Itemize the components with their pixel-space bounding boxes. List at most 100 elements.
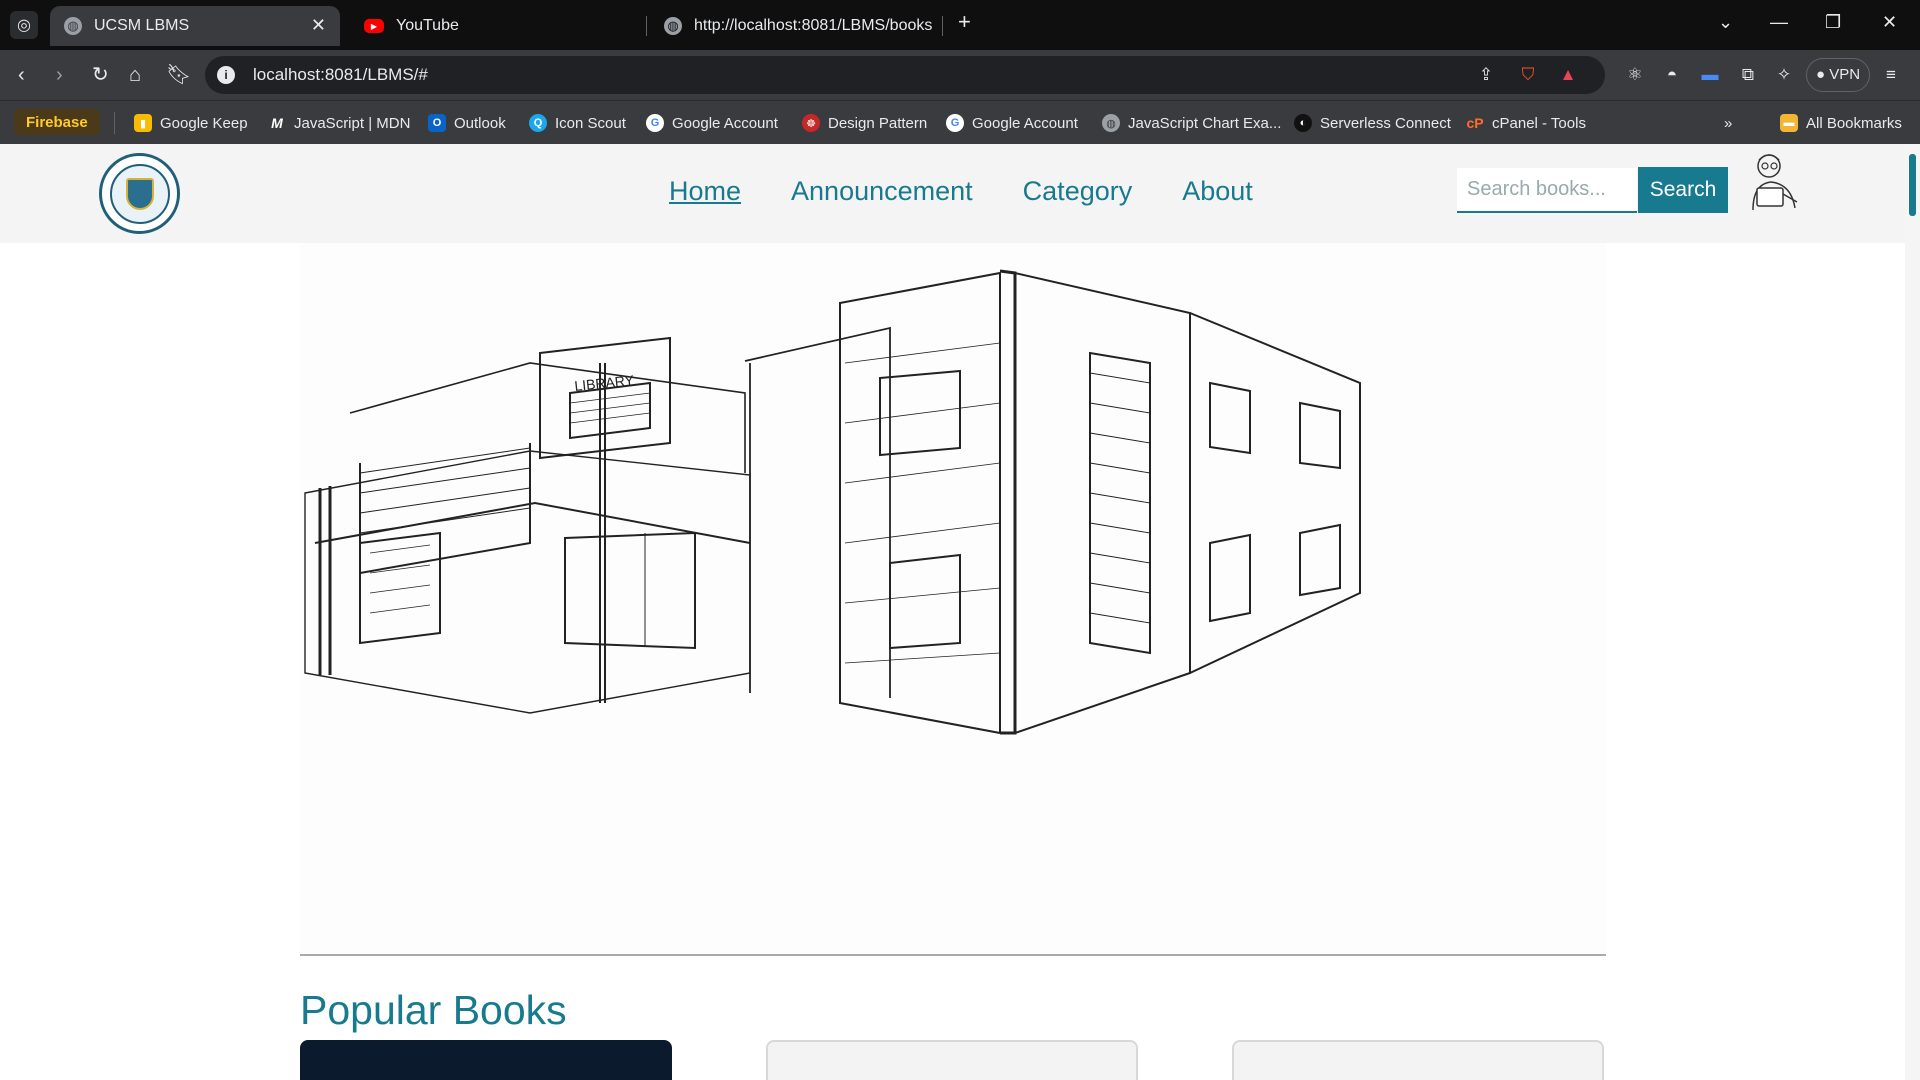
extensions-puzzle-icon[interactable]: ⧉ bbox=[1737, 64, 1759, 86]
website-viewport: Home Announcement Category About Search bbox=[0, 144, 1905, 1080]
tab-ucsm-lbms[interactable]: ◍ UCSM LBMS ✕ bbox=[50, 6, 340, 46]
forward-icon[interactable]: › bbox=[56, 63, 63, 87]
bookmark-chart-examples[interactable]: ◍ JavaScript Chart Exa... bbox=[1102, 111, 1281, 135]
google-icon: G bbox=[646, 114, 664, 132]
tab-strip: ◎ ◍ UCSM LBMS ✕ ▶ YouTube ◍ http://local… bbox=[0, 0, 1920, 50]
book-card[interactable] bbox=[300, 1040, 672, 1080]
cpanel-icon: cP bbox=[1466, 115, 1484, 131]
brave-rewards-icon[interactable]: ▲ bbox=[1557, 64, 1579, 86]
brave-shield-icon[interactable]: ⛉ bbox=[1517, 64, 1539, 86]
google-keep-icon: ▮ bbox=[134, 114, 152, 132]
extension-blue-icon[interactable]: ▬ bbox=[1699, 64, 1721, 86]
icon-scout-icon: Q bbox=[529, 114, 547, 132]
outlook-icon: O bbox=[428, 114, 446, 132]
all-bookmarks-label: All Bookmarks bbox=[1806, 114, 1902, 132]
vpn-button[interactable]: ● VPN bbox=[1806, 58, 1870, 92]
library-sketch-image: LIBRARY bbox=[300, 243, 1606, 956]
bookmark-label: Google Keep bbox=[160, 114, 248, 132]
globe-icon: ◍ bbox=[64, 17, 82, 35]
search-input[interactable] bbox=[1457, 168, 1637, 213]
design-pattern-icon: ☸ bbox=[802, 114, 820, 132]
bookmark-label: Google Account bbox=[972, 114, 1078, 132]
nav-announcement[interactable]: Announcement bbox=[791, 176, 973, 207]
google-icon: G bbox=[946, 114, 964, 132]
bookmark-label: Design Pattern bbox=[828, 114, 928, 132]
book-card[interactable] bbox=[766, 1040, 1138, 1080]
nav-category[interactable]: Category bbox=[1023, 176, 1133, 207]
browser-toolbar: ‹ › ↻ ⌂ 🔖︎ i localhost:8081/LBMS/# ⇪ ⛉ ▲… bbox=[0, 50, 1920, 100]
close-tab-icon[interactable]: ✕ bbox=[311, 15, 326, 36]
bookmark-google-keep[interactable]: ▮ Google Keep bbox=[134, 111, 248, 135]
tab-label: YouTube bbox=[396, 17, 459, 34]
page-scrollbar[interactable] bbox=[1905, 144, 1920, 1080]
bookmark-label: Outlook bbox=[454, 114, 506, 132]
bookmark-icon[interactable]: 🔖︎ bbox=[166, 63, 191, 87]
all-bookmarks[interactable]: ▬ All Bookmarks bbox=[1780, 111, 1902, 135]
bookmark-label: Icon Scout bbox=[555, 114, 626, 132]
bookmark-label: JavaScript | MDN bbox=[294, 114, 411, 132]
globe-icon: ◍ bbox=[664, 17, 682, 35]
folder-icon: ▬ bbox=[1780, 114, 1798, 132]
nav-about[interactable]: About bbox=[1182, 176, 1253, 207]
bookmark-google-account[interactable]: G Google Account bbox=[646, 111, 778, 135]
back-icon[interactable]: ‹ bbox=[18, 63, 25, 87]
sketch-sign-text: LIBRARY bbox=[574, 372, 636, 394]
bookmark-outlook[interactable]: O Outlook bbox=[428, 111, 506, 135]
user-avatar-icon[interactable] bbox=[1745, 150, 1803, 214]
address-bar[interactable]: i localhost:8081/LBMS/# ⇪ ⛉ ▲ bbox=[205, 56, 1605, 94]
tab-search-chevron-icon[interactable]: ⌄ bbox=[1718, 12, 1733, 33]
bookmark-google-account-2[interactable]: G Google Account bbox=[946, 111, 1078, 135]
bookmark-label: JavaScript Chart Exa... bbox=[1128, 114, 1282, 132]
bookmark-label: Google Account bbox=[672, 114, 778, 132]
home-icon[interactable]: ⌂ bbox=[129, 63, 141, 87]
close-window-icon[interactable]: ✕ bbox=[1882, 12, 1897, 33]
browser-chrome: ◎ ◍ UCSM LBMS ✕ ▶ YouTube ◍ http://local… bbox=[0, 0, 1920, 144]
bookmark-icon-scout[interactable]: Q Icon Scout bbox=[529, 111, 626, 135]
bookmark-cpanel[interactable]: cP cPanel - Tools bbox=[1466, 111, 1586, 135]
vpn-label: VPN bbox=[1829, 66, 1861, 83]
bookmark-mdn[interactable]: M JavaScript | MDN bbox=[268, 111, 410, 135]
bookmarks-bar: Firebase ▮ Google Keep M JavaScript | MDN … bbox=[0, 100, 1920, 144]
youtube-icon: ▶ bbox=[364, 19, 384, 33]
scrollbar-thumb[interactable] bbox=[1909, 154, 1916, 216]
incognito-icon[interactable]: ◓ bbox=[1661, 64, 1683, 86]
more-bookmarks-icon[interactable]: » bbox=[1724, 111, 1732, 135]
nav-home[interactable]: Home bbox=[669, 176, 741, 207]
popular-books-heading: Popular Books bbox=[300, 987, 567, 1033]
app-menu-icon[interactable]: ◎ bbox=[10, 11, 38, 39]
restore-icon[interactable]: ❐ bbox=[1825, 12, 1841, 33]
tab-label: UCSM LBMS bbox=[94, 17, 190, 34]
tab-separator bbox=[942, 16, 943, 36]
site-info-icon[interactable]: i bbox=[217, 66, 235, 84]
site-navbar: Home Announcement Category About Search bbox=[0, 144, 1905, 243]
address-text[interactable]: localhost:8081/LBMS/# bbox=[253, 65, 428, 85]
serverless-icon: ◐ bbox=[1294, 114, 1312, 132]
book-card[interactable] bbox=[1232, 1040, 1604, 1080]
library-building-sketch: LIBRARY bbox=[304, 269, 1361, 735]
minimize-icon[interactable]: — bbox=[1770, 12, 1788, 33]
ucsm-logo[interactable] bbox=[99, 153, 180, 234]
new-tab-icon[interactable]: + bbox=[958, 9, 971, 35]
bookmark-design-pattern[interactable]: ☸ Design Pattern bbox=[802, 111, 927, 135]
bookmark-firebase[interactable]: Firebase bbox=[14, 109, 100, 135]
leo-ai-icon[interactable]: ✧ bbox=[1773, 64, 1795, 86]
react-devtools-icon[interactable]: ⚛ bbox=[1624, 64, 1646, 86]
menu-icon[interactable]: ≡ bbox=[1880, 64, 1902, 86]
mdn-icon: M bbox=[271, 115, 283, 131]
globe-icon: ◍ bbox=[1102, 114, 1120, 132]
tab-youtube[interactable]: ▶ YouTube bbox=[350, 6, 640, 46]
tab-books[interactable]: ◍ http://localhost:8081/LBMS/books bbox=[650, 6, 950, 46]
bookmark-label: Firebase bbox=[26, 113, 88, 131]
bookmark-label: Serverless Connect bbox=[1320, 114, 1451, 132]
main-nav: Home Announcement Category About bbox=[669, 176, 1303, 207]
reload-icon[interactable]: ↻ bbox=[92, 63, 109, 87]
logo-emblem bbox=[109, 163, 170, 224]
bookmark-label: cPanel - Tools bbox=[1492, 114, 1586, 132]
search-button[interactable]: Search bbox=[1638, 167, 1728, 213]
bookmarks-separator bbox=[114, 112, 115, 134]
tab-separator bbox=[646, 16, 647, 36]
shield-icon bbox=[125, 177, 154, 210]
bookmark-serverless[interactable]: ◐ Serverless Connect bbox=[1294, 111, 1451, 135]
tab-label: http://localhost:8081/LBMS/books bbox=[694, 17, 933, 34]
share-icon[interactable]: ⇪ bbox=[1475, 64, 1497, 86]
